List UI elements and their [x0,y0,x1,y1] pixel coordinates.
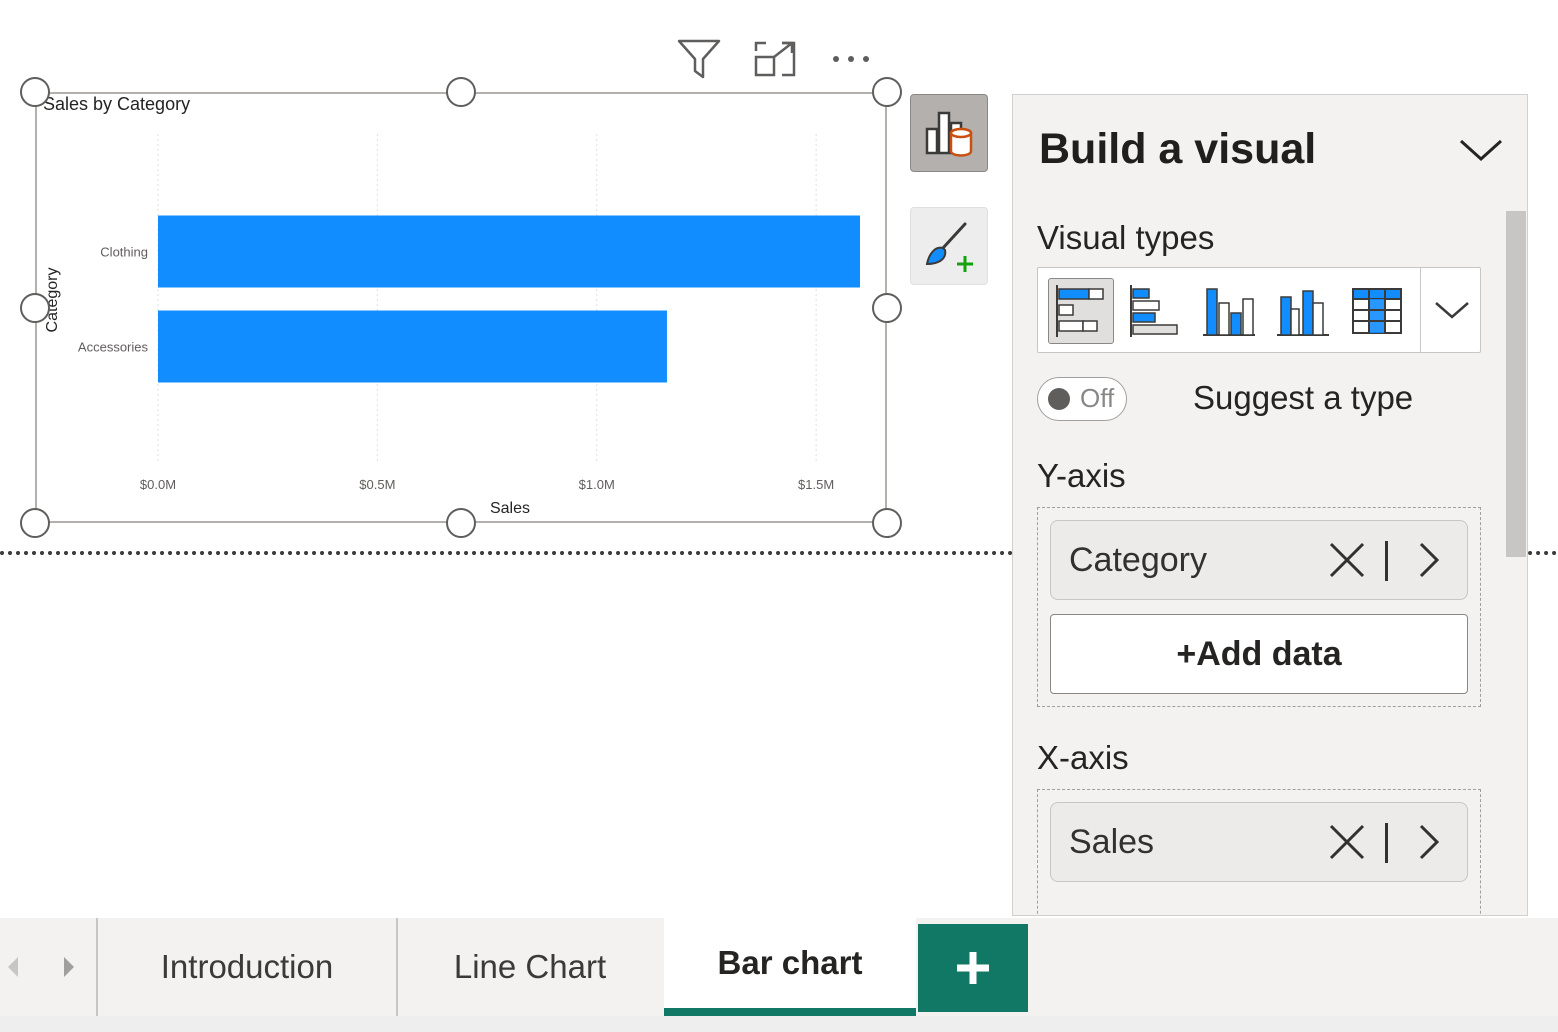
toggle-knob [1048,388,1070,410]
y-axis-field-name: Category [1069,541,1207,579]
filter-icon[interactable] [676,36,722,82]
pane-title: Build a visual [1039,125,1317,173]
bar [158,310,667,383]
toggle-state-label: Off [1080,383,1115,413]
remove-field-icon[interactable] [1325,537,1369,583]
x-axis-label: X-axis [1037,739,1129,776]
chevron-down-icon [1435,302,1469,319]
chevron-right-icon[interactable] [1407,819,1451,865]
y-tick-label: Accessories [78,340,149,355]
x-tick-label: $1.5M [798,477,834,492]
more-visual-types-button[interactable] [1420,268,1483,352]
stacked-bar-chart-icon[interactable] [1048,278,1114,344]
next-page-arrow-icon[interactable] [56,950,82,984]
bar [158,215,860,288]
focus-mode-icon[interactable] [752,36,798,82]
x-axis-title: Sales [490,500,530,517]
resize-handle-top-right[interactable] [872,77,902,107]
resize-handle-right[interactable] [872,293,902,323]
x-axis-field-name: Sales [1069,823,1155,861]
tab-line-chart[interactable]: Line Chart [398,918,662,1016]
x-tick-label: $0.5M [359,477,395,492]
x-tick-label: $0.0M [140,477,176,492]
pane-scrollbar[interactable] [1506,211,1526,557]
paintbrush-icon [925,222,973,272]
tab-bar-chart[interactable]: Bar chart [664,918,916,1016]
chevron-right-icon[interactable] [1407,537,1451,583]
clustered-bar-chart-icon[interactable] [1122,278,1188,344]
chart-title: Sales by Category [43,94,191,114]
x-tick-label: $1.0M [579,477,615,492]
resize-handle-top[interactable] [446,77,476,107]
y-axis-field-pill[interactable]: Category [1050,520,1468,600]
build-visual-pane: Build a visual Visual types Off Suggest … [1012,94,1528,916]
tab-bar-footer [0,1016,1558,1032]
chevron-down-icon [1459,139,1503,162]
previous-page-arrow-icon[interactable] [0,950,26,984]
plus-icon [957,952,989,984]
collapse-pane-button[interactable] [1453,125,1509,175]
x-axis-field-pill[interactable]: Sales [1050,802,1468,882]
visual-types-gallery [1037,267,1481,353]
pill-separator [1385,541,1388,581]
tab-introduction[interactable]: Introduction [98,918,396,1016]
resize-handle-left[interactable] [20,293,50,323]
clustered-column-chart-icon[interactable] [1270,278,1336,344]
format-visual-button[interactable] [910,207,988,285]
resize-handle-top-left[interactable] [20,77,50,107]
add-data-button[interactable]: +Add data [1050,614,1468,694]
remove-field-icon[interactable] [1325,819,1369,865]
y-axis-well: Category +Add data [1037,507,1481,707]
suggest-type-label: Suggest a type [1193,379,1414,416]
visual-types-label: Visual types [1037,219,1215,256]
x-axis-well: Sales [1037,789,1481,915]
table-visual-icon[interactable] [1344,278,1410,344]
more-options-icon[interactable] [828,36,874,82]
build-visual-button[interactable] [910,94,988,172]
resize-handle-bottom[interactable] [446,508,476,538]
suggest-type-toggle[interactable]: Off [1037,377,1127,421]
y-tick-label: Clothing [100,245,148,260]
stacked-column-chart-icon[interactable] [1196,278,1262,344]
pill-separator [1385,823,1388,863]
resize-handle-bottom-left[interactable] [20,508,50,538]
add-page-button[interactable] [918,924,1028,1012]
build-visual-icon [925,111,973,157]
bar-chart: $0.0M $0.5M $1.0M $1.5M Clothing Accessories S… [44,134,860,517]
resize-handle-bottom-right[interactable] [872,508,902,538]
y-axis-label: Y-axis [1037,457,1126,494]
